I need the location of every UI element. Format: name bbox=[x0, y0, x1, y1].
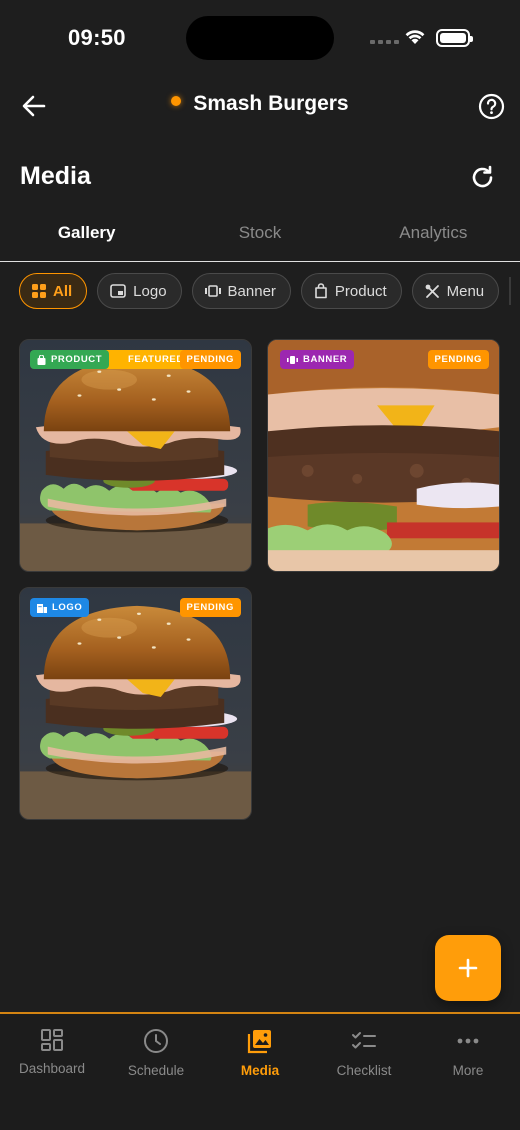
nav-item-dashboard[interactable]: Dashboard bbox=[0, 1014, 104, 1130]
app-header: Smash Burgers bbox=[0, 78, 520, 138]
header-title-group: Smash Burgers bbox=[0, 92, 520, 116]
signal-icon bbox=[370, 40, 399, 44]
status-time: 09:50 bbox=[68, 25, 126, 50]
badge-label: BANNER bbox=[303, 354, 348, 365]
filter-chip-label: Banner bbox=[227, 282, 276, 300]
filter-chip-all[interactable]: All bbox=[19, 273, 88, 309]
nav-label: More bbox=[452, 1063, 484, 1078]
help-circle-icon[interactable] bbox=[478, 93, 505, 120]
nav-item-more[interactable]: More bbox=[416, 1014, 520, 1130]
status-dot bbox=[171, 96, 182, 106]
nav-item-schedule[interactable]: Schedule bbox=[104, 1014, 208, 1130]
tab-analytics[interactable]: Analytics bbox=[347, 210, 520, 261]
page-title: Smash Burgers bbox=[193, 92, 349, 115]
logo-icon bbox=[110, 284, 126, 298]
tab-stock[interactable]: Stock bbox=[173, 210, 346, 261]
type-badge-banner: BANNER bbox=[280, 350, 355, 369]
banner-icon bbox=[287, 355, 298, 364]
media-card[interactable]: FEATURED PRODUCT PENDING bbox=[19, 339, 252, 572]
badge-label: LOGO bbox=[52, 602, 83, 613]
bottom-nav: Dashboard Schedule Media Checklist More bbox=[0, 1012, 520, 1130]
status-badge: PENDING bbox=[427, 350, 489, 369]
status-bar: 09:50 bbox=[0, 0, 520, 78]
clock-icon bbox=[144, 1029, 168, 1053]
filter-chip-label: Menu bbox=[446, 282, 485, 300]
filter-chip-label: Product bbox=[334, 282, 387, 300]
filter-chip-logo[interactable]: Logo bbox=[97, 273, 182, 309]
banner-icon bbox=[204, 285, 221, 297]
featured-badge: FEATURED bbox=[102, 350, 191, 369]
burger-photo bbox=[20, 588, 251, 819]
image-icon bbox=[247, 1030, 271, 1054]
wifi-icon bbox=[405, 30, 425, 44]
utensils-icon bbox=[425, 284, 439, 298]
add-media-button[interactable] bbox=[435, 935, 501, 1001]
chips-divider bbox=[509, 277, 512, 305]
section-title: Media bbox=[20, 162, 91, 190]
dashboard-icon bbox=[41, 1029, 63, 1051]
nav-item-checklist[interactable]: Checklist bbox=[312, 1014, 416, 1130]
dynamic-island bbox=[186, 16, 334, 60]
badge-label: PRODUCT bbox=[51, 354, 103, 365]
tab-bar: Gallery Stock Analytics bbox=[0, 210, 520, 262]
filter-chips: All Logo Banner Product Menu bbox=[19, 273, 520, 309]
nav-label: Schedule bbox=[127, 1063, 185, 1078]
battery-icon bbox=[436, 29, 473, 47]
burger-photo bbox=[268, 340, 499, 571]
nav-label: Media bbox=[240, 1063, 280, 1078]
grid-icon bbox=[32, 284, 46, 298]
media-card[interactable]: LOGO PENDING bbox=[19, 587, 252, 820]
tab-gallery[interactable]: Gallery bbox=[0, 210, 173, 261]
status-badge: PENDING bbox=[179, 598, 241, 617]
type-badge-product: PRODUCT bbox=[30, 350, 110, 369]
filter-chip-product[interactable]: Product bbox=[300, 273, 402, 309]
filter-chip-label: All bbox=[53, 282, 73, 300]
burger-photo bbox=[20, 340, 251, 571]
nav-label: Dashboard bbox=[18, 1061, 86, 1076]
nav-item-media[interactable]: Media bbox=[208, 1014, 312, 1130]
type-badge-logo: LOGO bbox=[30, 598, 90, 617]
filter-chip-label: Logo bbox=[133, 282, 167, 300]
plus-icon bbox=[458, 958, 478, 978]
nav-label: Checklist bbox=[336, 1063, 392, 1078]
logo-icon bbox=[37, 603, 47, 613]
media-card[interactable]: BANNER PENDING bbox=[267, 339, 500, 572]
bag-icon bbox=[315, 283, 327, 299]
status-badge: PENDING bbox=[179, 350, 241, 369]
refresh-icon[interactable] bbox=[469, 164, 496, 191]
filter-chip-menu[interactable]: Menu bbox=[411, 273, 500, 309]
checklist-icon bbox=[352, 1032, 376, 1049]
bag-icon bbox=[37, 354, 46, 365]
filter-chip-banner[interactable]: Banner bbox=[191, 273, 291, 309]
more-icon bbox=[457, 1038, 479, 1044]
